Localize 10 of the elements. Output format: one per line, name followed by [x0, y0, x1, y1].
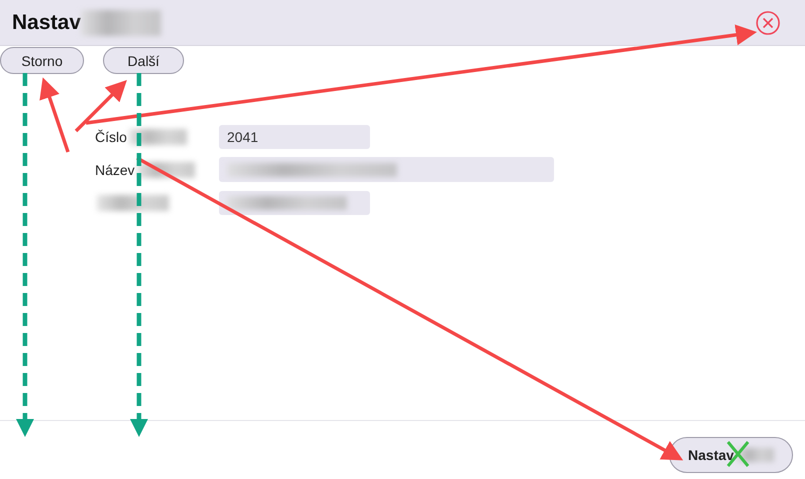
confirm-button[interactable]: Nastav [669, 437, 793, 473]
input-field[interactable]: 2041 [219, 124, 370, 148]
close-icon[interactable] [755, 10, 781, 36]
field-label: Číslo [95, 128, 127, 144]
dialog-title: Nastav [12, 10, 81, 34]
toolbar-button[interactable]: Další [103, 47, 184, 74]
input-field[interactable] [219, 157, 554, 182]
input-field[interactable] [219, 190, 370, 214]
field-label: Název [95, 162, 135, 178]
toolbar-button[interactable]: Storno [0, 47, 84, 74]
